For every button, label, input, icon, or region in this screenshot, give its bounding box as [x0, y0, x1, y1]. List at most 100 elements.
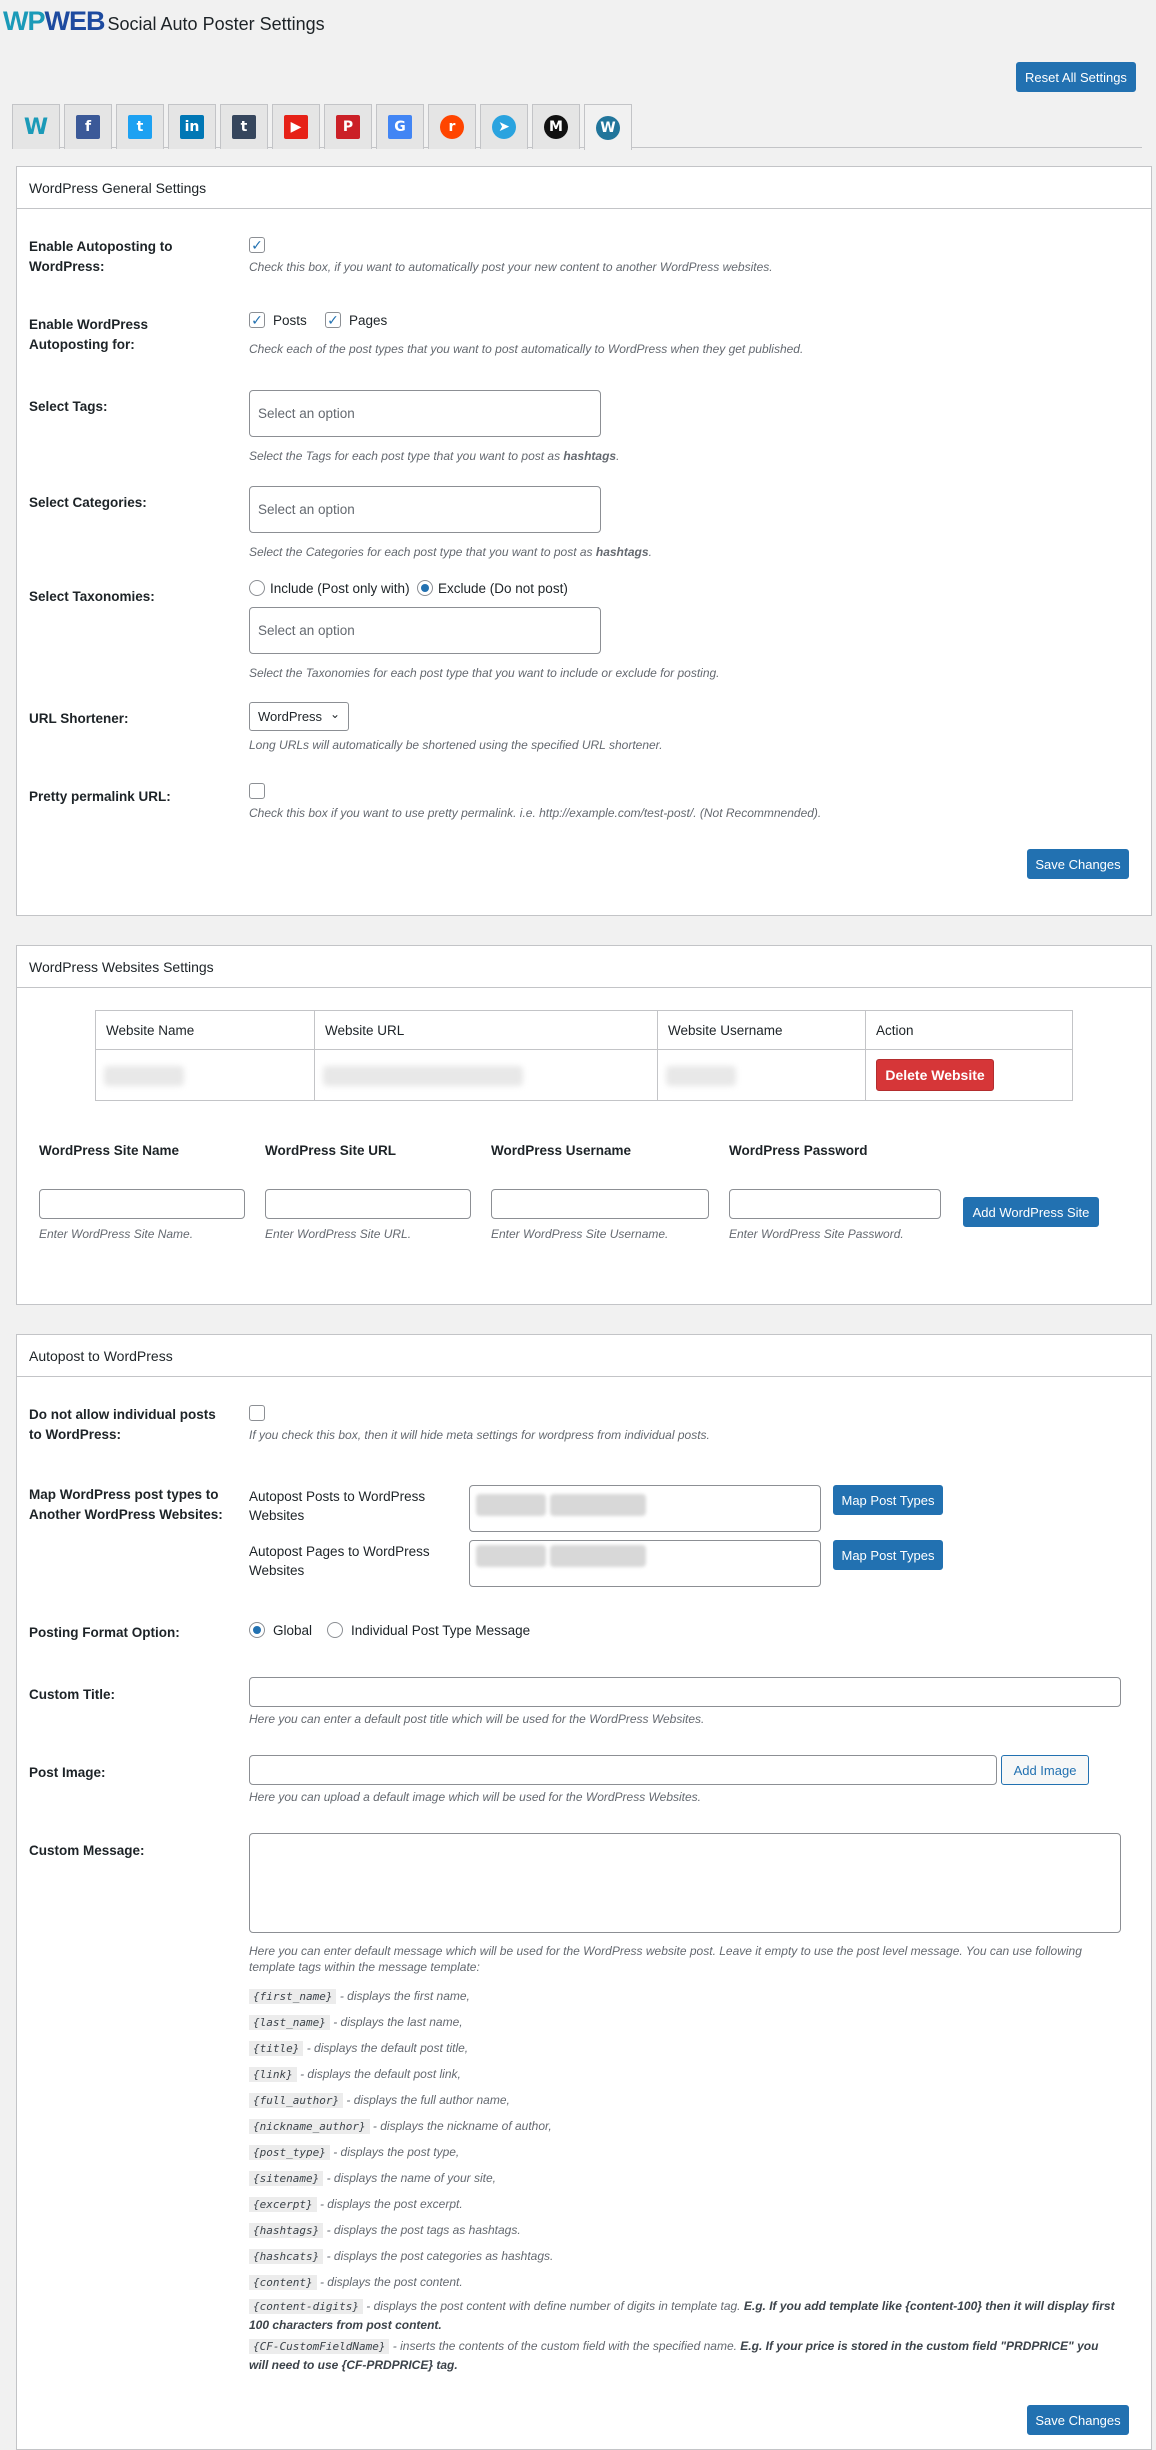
reset-all-settings-button[interactable]: Reset All Settings — [1016, 62, 1136, 92]
pretty-permalink-desc: Check this box if you want to use pretty… — [249, 806, 822, 820]
username-hint: Enter WordPress Site Username. — [491, 1227, 669, 1241]
url-shortener-select[interactable]: WordPress ⌄ — [249, 702, 349, 731]
map-pages-label: Autopost Pages to WordPress Websites — [249, 1544, 430, 1578]
panel-heading: Autopost to WordPress — [17, 1335, 1151, 1377]
template-tag-item: {link} - displays the default post link, — [249, 2065, 461, 2084]
tab-linkedin[interactable]: in — [168, 104, 216, 149]
template-tag-content-digits: {content-digits} - displays the post con… — [249, 2299, 1115, 2332]
table-cell-website-url — [314, 1049, 658, 1101]
plugin-logo: WP WEB Social Auto Poster Settings — [3, 3, 325, 39]
custom-title-desc: Here you can enter a default post title … — [249, 1712, 705, 1726]
post-image-desc: Here you can upload a default image whic… — [249, 1790, 702, 1804]
include-option-label: Include (Post only with) — [270, 581, 410, 596]
enable-autoposting-label: Enable Autoposting to WordPress: — [29, 239, 173, 274]
tab-pinterest[interactable]: P — [324, 104, 372, 149]
exclude-radio[interactable] — [417, 580, 433, 596]
pages-checkbox[interactable]: ✓ — [325, 312, 341, 328]
tab-twitter[interactable]: t — [116, 104, 164, 149]
twitter-icon: t — [128, 115, 152, 139]
save-changes-button[interactable]: Save Changes — [1027, 2405, 1129, 2435]
template-tag-item: {sitename} - displays the name of your s… — [249, 2169, 496, 2188]
url-shortener-desc: Long URLs will automatically be shortene… — [249, 738, 663, 752]
do-not-allow-label: Do not allow individual posts to WordPre… — [29, 1407, 216, 1442]
format-global-radio[interactable] — [249, 1622, 265, 1638]
add-wordpress-site-button[interactable]: Add WordPress Site — [963, 1197, 1099, 1227]
post-types-label: Enable WordPress Autoposting for: — [29, 317, 149, 352]
template-tag-custom-field: {CF-CustomFieldName} - inserts the conte… — [249, 2339, 1099, 2372]
medium-icon: M — [544, 115, 568, 139]
wpweb-icon: W — [23, 114, 49, 140]
delete-website-button[interactable]: Delete Website — [876, 1059, 994, 1091]
select-categories-input[interactable]: Select an option — [249, 486, 601, 533]
posts-checkbox[interactable]: ✓ — [249, 312, 265, 328]
wordpress-general-settings-panel: WordPress General Settings Enable Autopo… — [16, 166, 1152, 916]
social-network-tabs: Wf t in t ▶ P Gr ➤ M W — [12, 104, 1142, 150]
tab-wpweb[interactable]: W — [12, 104, 60, 149]
post-image-input[interactable] — [249, 1755, 997, 1785]
select-categories-label: Select Categories: — [29, 495, 147, 510]
include-radio[interactable] — [249, 580, 265, 596]
site-name-hint: Enter WordPress Site Name. — [39, 1227, 194, 1241]
tab-telegram[interactable]: ➤ — [480, 104, 528, 149]
post-image-label: Post Image: — [29, 1765, 106, 1780]
tab-medium[interactable]: M — [532, 104, 580, 149]
template-tag-item: {excerpt} - displays the post excerpt. — [249, 2195, 463, 2214]
select-taxonomies-desc: Select the Taxonomies for each post type… — [249, 666, 720, 680]
reddit-icon: r — [440, 115, 464, 139]
tab-wordpress[interactable]: W — [584, 104, 632, 150]
password-input[interactable] — [729, 1189, 941, 1219]
template-tag-item: {content} - displays the post content. — [249, 2273, 463, 2292]
map-post-types-pages-button[interactable]: Map Post Types — [833, 1540, 943, 1570]
username-input[interactable] — [491, 1189, 709, 1219]
column-header-action: Action — [865, 1010, 1073, 1050]
pages-option-label: Pages — [349, 313, 388, 328]
site-name-input[interactable] — [39, 1189, 245, 1219]
select-tags-desc: Select the Tags for each post type that … — [249, 449, 620, 463]
pretty-permalink-checkbox[interactable] — [249, 783, 265, 799]
custom-message-textarea[interactable] — [249, 1833, 1121, 1933]
wordpress-websites-settings-panel: WordPress Websites Settings Website Name… — [16, 945, 1152, 1305]
format-individual-radio[interactable] — [327, 1622, 343, 1638]
password-label: WordPress Password — [729, 1143, 868, 1158]
select-categories-desc: Select the Categories for each post type… — [249, 545, 652, 559]
logo-web-text: WEB — [44, 6, 106, 36]
tab-facebook[interactable]: f — [64, 104, 112, 149]
tab-reddit[interactable]: r — [428, 104, 476, 149]
select-tags-input[interactable]: Select an option — [249, 390, 601, 437]
map-post-types-posts-button[interactable]: Map Post Types — [833, 1485, 943, 1515]
custom-message-desc: Here you can enter default message which… — [249, 1944, 1082, 1974]
select-taxonomies-label: Select Taxonomies: — [29, 589, 155, 604]
chevron-down-icon: ⌄ — [329, 707, 340, 721]
template-tag-item: {full_author} - displays the full author… — [249, 2091, 510, 2110]
post-types-desc: Check each of the post types that you wa… — [249, 342, 804, 356]
save-changes-button[interactable]: Save Changes — [1027, 849, 1129, 879]
map-pages-select[interactable] — [469, 1540, 821, 1587]
select-taxonomies-input[interactable]: Select an option — [249, 607, 601, 654]
select-tags-label: Select Tags: — [29, 399, 108, 414]
site-name-label: WordPress Site Name — [39, 1143, 180, 1158]
add-image-button[interactable]: Add Image — [1001, 1755, 1089, 1785]
table-cell-website-username — [657, 1049, 866, 1101]
do-not-allow-checkbox[interactable] — [249, 1405, 265, 1421]
site-url-hint: Enter WordPress Site URL. — [265, 1227, 412, 1241]
map-posts-label: Autopost Posts to WordPress Websites — [249, 1489, 426, 1523]
template-tag-item: {first_name} - displays the first name, — [249, 1987, 470, 2006]
pinterest-icon: P — [336, 115, 360, 139]
google-business-icon: G — [388, 115, 412, 139]
template-tag-item: {last_name} - displays the last name, — [249, 2013, 463, 2032]
telegram-icon: ➤ — [492, 115, 516, 139]
username-label: WordPress Username — [491, 1143, 632, 1158]
tab-tumblr[interactable]: t — [220, 104, 268, 149]
format-individual-label: Individual Post Type Message — [351, 1623, 531, 1638]
column-header-website-name: Website Name — [95, 1010, 315, 1050]
tab-youtube[interactable]: ▶ — [272, 104, 320, 149]
do-not-allow-desc: If you check this box, then it will hide… — [249, 1428, 710, 1442]
site-url-input[interactable] — [265, 1189, 471, 1219]
tab-google-business[interactable]: G — [376, 104, 424, 149]
url-shortener-value: WordPress — [258, 709, 323, 724]
map-posts-select[interactable] — [469, 1485, 821, 1532]
page-title: Social Auto Poster Settings — [107, 14, 325, 34]
youtube-icon: ▶ — [284, 115, 308, 139]
enable-autoposting-checkbox[interactable]: ✓ — [249, 237, 265, 253]
custom-title-input[interactable] — [249, 1677, 1121, 1707]
